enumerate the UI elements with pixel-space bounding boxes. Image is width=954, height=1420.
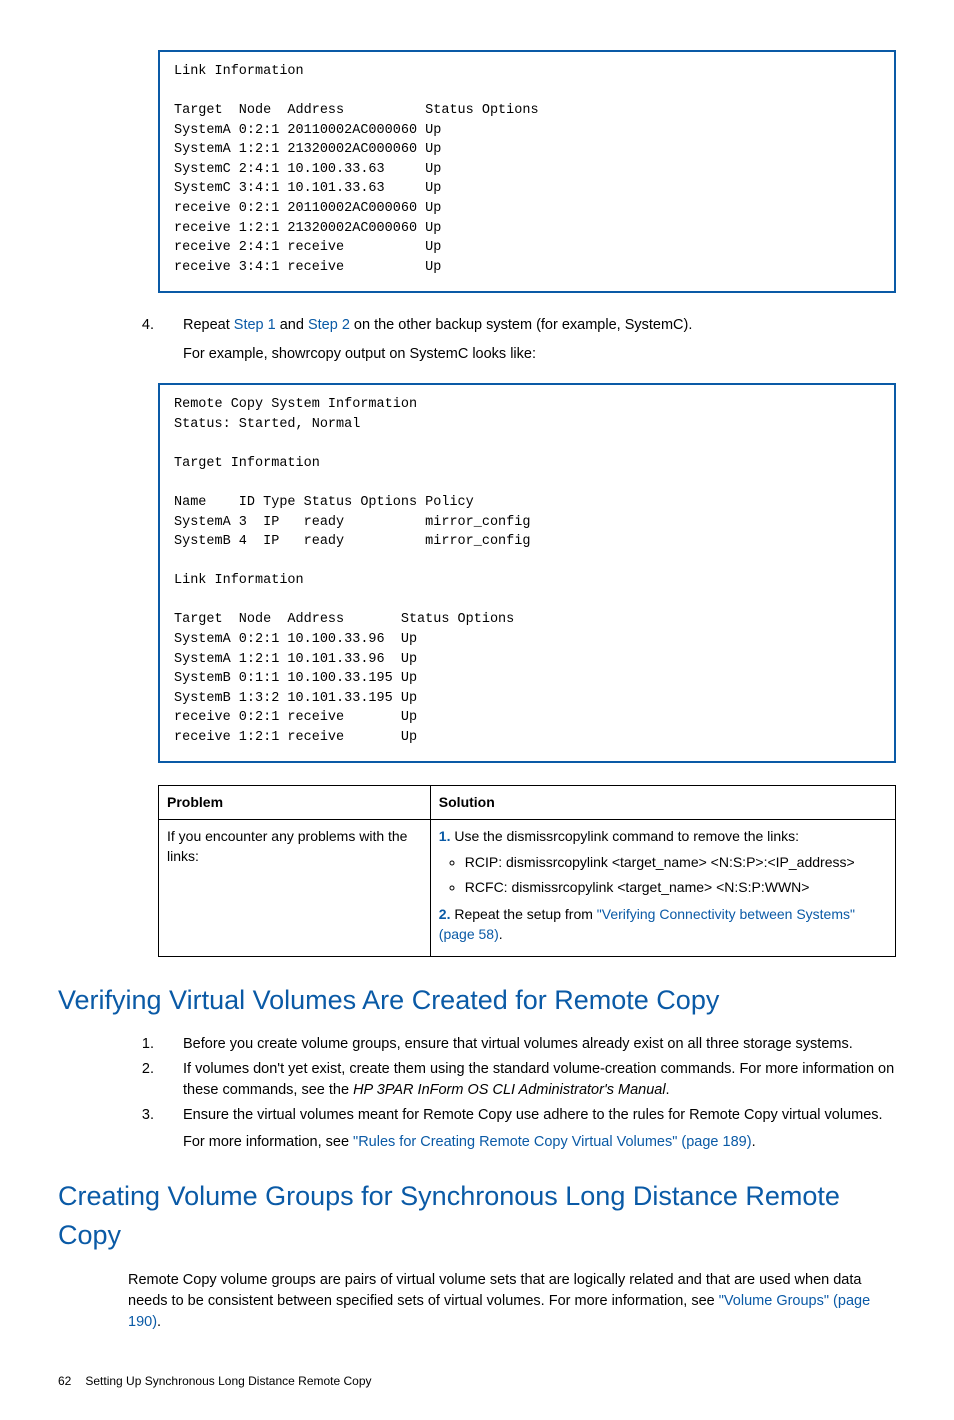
- step4-text-prefix: Repeat: [183, 317, 234, 333]
- sol1-bullet-rcip: RCIP: dismissrcopylink <target_name> <N:…: [465, 852, 887, 872]
- code-block-remote-copy-2: Remote Copy System Information Status: S…: [158, 383, 896, 763]
- page-number: 62: [58, 1374, 71, 1388]
- s1-li2-b: .: [666, 1082, 670, 1098]
- section2-para: Remote Copy volume groups are pairs of v…: [128, 1270, 896, 1333]
- sol-num-2: 2.: [439, 906, 451, 922]
- sol-num-1: 1.: [439, 828, 451, 844]
- td-solution: 1. Use the dismissrcopylink command to r…: [430, 819, 895, 956]
- chapter-title: Setting Up Synchronous Long Distance Rem…: [85, 1374, 371, 1388]
- sol2-end: .: [499, 926, 503, 942]
- link-step-2[interactable]: Step 2: [308, 317, 350, 333]
- heading-creating-volume-groups: Creating Volume Groups for Synchronous L…: [58, 1177, 896, 1255]
- s1-li1: Before you create volume groups, ensure …: [158, 1034, 896, 1055]
- th-problem: Problem: [159, 786, 431, 819]
- s1-li2: If volumes don't yet exist, create them …: [158, 1059, 896, 1101]
- s1-li2-italic: HP 3PAR InForm OS CLI Administrator's Ma…: [353, 1082, 665, 1098]
- heading-verifying-virtual-volumes: Verifying Virtual Volumes Are Created fo…: [58, 981, 896, 1020]
- s2-para-b: .: [157, 1314, 161, 1330]
- s1-li3-text: Ensure the virtual volumes meant for Rem…: [183, 1107, 883, 1123]
- code-block-link-info-1: Link Information Target Node Address Sta…: [158, 50, 896, 293]
- sol2-text: Repeat the setup from: [450, 906, 596, 922]
- sol1-text: Use the dismissrcopylink command to remo…: [450, 828, 799, 844]
- page-footer: 62 Setting Up Synchronous Long Distance R…: [58, 1373, 896, 1390]
- solution-item-1: 1. Use the dismissrcopylink command to r…: [439, 826, 887, 898]
- sol1-bullet-rcfc: RCFC: dismissrcopylink <target_name> <N:…: [465, 877, 887, 897]
- step4-text-suffix: on the other backup system (for example,…: [350, 317, 693, 333]
- s1-li3-sub-b: .: [752, 1134, 756, 1150]
- solution-item-2: 2. Repeat the setup from "Verifying Conn…: [439, 904, 887, 945]
- link-rules-creating-rc-vv[interactable]: "Rules for Creating Remote Copy Virtual …: [353, 1134, 752, 1150]
- link-step-1[interactable]: Step 1: [234, 317, 276, 333]
- th-solution: Solution: [430, 786, 895, 819]
- step4-text-mid: and: [276, 317, 308, 333]
- td-problem: If you encounter any problems with the l…: [159, 819, 431, 956]
- s1-li3: Ensure the virtual volumes meant for Rem…: [158, 1105, 896, 1153]
- s1-li3-sub-a: For more information, see: [183, 1134, 353, 1150]
- problem-solution-table: Problem Solution If you encounter any pr…: [158, 785, 896, 957]
- step4-example: For example, showrcopy output on SystemC…: [183, 344, 896, 365]
- step-4: Repeat Step 1 and Step 2 on the other ba…: [158, 315, 896, 365]
